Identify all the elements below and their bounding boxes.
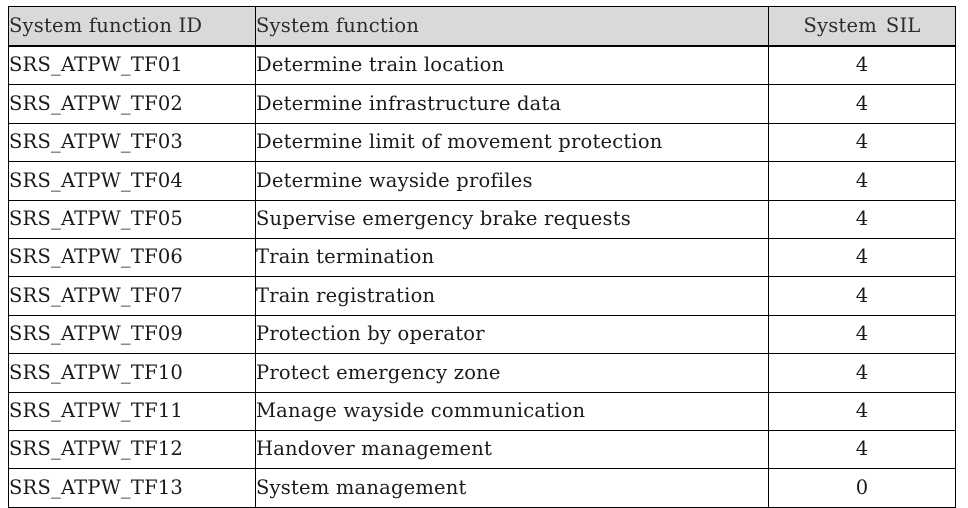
- cell-system-function: Determine infrastructure data: [255, 84, 769, 124]
- cell-system-sil: 4: [768, 45, 956, 86]
- cell-system-sil: 0: [768, 468, 956, 508]
- cell-system-sil: 4: [768, 199, 956, 239]
- cell-system-sil: 4: [768, 237, 956, 278]
- cell-system-sil: 4: [768, 353, 956, 393]
- cell-system-function-id: SRS_ATPW_TF10: [8, 353, 256, 393]
- cell-system-function-id: SRS_ATPW_TF03: [8, 122, 256, 163]
- cell-system-function-id: SRS_ATPW_TF13: [8, 468, 256, 508]
- table-row: SRS_ATPW_TF10 Protect emergency zone 4: [8, 353, 956, 393]
- cell-system-function: Protect emergency zone: [255, 353, 769, 393]
- cell-system-sil: 4: [768, 84, 956, 124]
- cell-system-function: Determine limit of movement protection: [255, 122, 769, 163]
- table-row: SRS_ATPW_TF09 Protection by operator 4: [8, 314, 956, 355]
- cell-system-function-id: SRS_ATPW_TF04: [8, 161, 256, 201]
- cell-system-function: Manage wayside communication: [255, 391, 769, 431]
- cell-system-function-id: SRS_ATPW_TF02: [8, 84, 256, 124]
- cell-system-function: Determine train location: [255, 45, 769, 86]
- table-row: SRS_ATPW_TF03 Determine limit of movement…: [8, 122, 956, 163]
- cell-system-function-id: SRS_ATPW_TF06: [8, 237, 256, 278]
- table-row: SRS_ATPW_TF07 Train registration 4: [8, 276, 956, 316]
- cell-system-function: Handover management: [255, 429, 769, 470]
- cell-system-function: Determine wayside profiles: [255, 161, 769, 201]
- page-root: System function ID System function Syste…: [0, 0, 968, 508]
- table-row: SRS_ATPW_TF06 Train termination 4: [8, 237, 956, 278]
- cell-system-sil: 4: [768, 161, 956, 201]
- system-function-table: System function ID System function Syste…: [8, 6, 956, 508]
- cell-system-function-id: SRS_ATPW_TF05: [8, 199, 256, 239]
- cell-system-sil: 4: [768, 314, 956, 355]
- cell-system-function-id: SRS_ATPW_TF11: [8, 391, 256, 431]
- table-row: SRS_ATPW_TF11 Manage wayside communicatio…: [8, 391, 956, 431]
- cell-system-sil: 4: [768, 429, 956, 470]
- table-header: System function ID System function Syste…: [8, 6, 956, 47]
- cell-system-sil: 4: [768, 276, 956, 316]
- table-row: SRS_ATPW_TF12 Handover management 4: [8, 429, 956, 470]
- column-header-system-sil: System SIL: [768, 6, 956, 47]
- cell-system-function: System management: [255, 468, 769, 508]
- column-header-system-sil-word1: System: [803, 13, 877, 37]
- cell-system-function-id: SRS_ATPW_TF07: [8, 276, 256, 316]
- cell-system-function: Train registration: [255, 276, 769, 316]
- column-header-system-function-id: System function ID: [8, 6, 256, 47]
- table-header-row: System function ID System function Syste…: [8, 6, 956, 47]
- cell-system-function-id: SRS_ATPW_TF01: [8, 45, 256, 86]
- cell-system-function: Train termination: [255, 237, 769, 278]
- table-row: SRS_ATPW_TF05 Supervise emergency brake r…: [8, 199, 956, 239]
- table-row: SRS_ATPW_TF04 Determine wayside profiles 4: [8, 161, 956, 201]
- table-row: SRS_ATPW_TF02 Determine infrastructure da…: [8, 84, 956, 124]
- table-row: SRS_ATPW_TF01 Determine train location 4: [8, 45, 956, 86]
- column-header-system-function: System function: [255, 6, 769, 47]
- column-header-system-sil-word2: SIL: [885, 13, 921, 37]
- cell-system-sil: 4: [768, 391, 956, 431]
- cell-system-sil: 4: [768, 122, 956, 163]
- cell-system-function-id: SRS_ATPW_TF12: [8, 429, 256, 470]
- table-row: SRS_ATPW_TF13 System management 0: [8, 468, 956, 508]
- cell-system-function: Supervise emergency brake requests: [255, 199, 769, 239]
- cell-system-function-id: SRS_ATPW_TF09: [8, 314, 256, 355]
- cell-system-function: Protection by operator: [255, 314, 769, 355]
- table-body: SRS_ATPW_TF01 Determine train location 4 SR…: [8, 45, 956, 508]
